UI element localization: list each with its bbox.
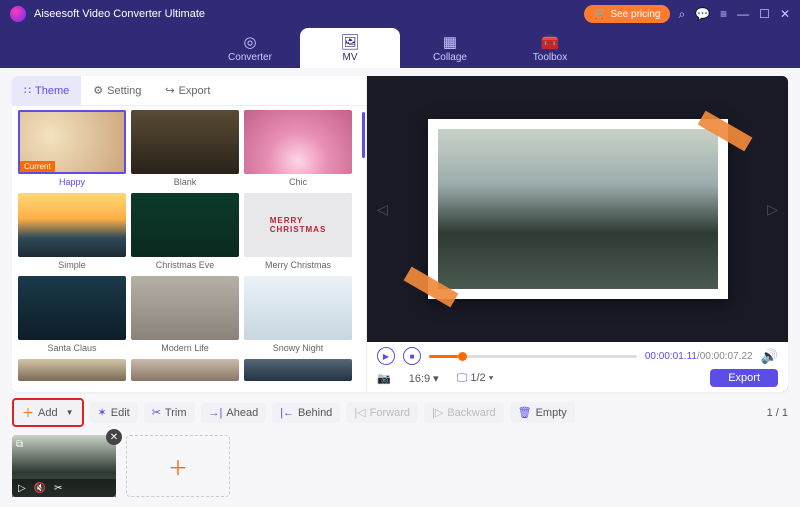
theme-item-modern-life[interactable]: Modern Life	[131, 276, 239, 356]
trash-icon: 🗑	[518, 406, 532, 419]
pricing-label: See pricing	[610, 9, 660, 20]
feedback-icon[interactable]: 💬	[695, 7, 710, 21]
scale-selector[interactable]: 🖵 1/2 ▾	[457, 372, 494, 385]
gear-icon: ⚙	[93, 84, 103, 97]
nav-label: Converter	[228, 52, 272, 63]
page-indicator: 1 / 1	[767, 407, 788, 419]
theme-item-santa-claus[interactable]: Santa Claus	[18, 276, 126, 356]
theme-item-chic[interactable]: Chic	[244, 110, 352, 190]
tab-export[interactable]: ↪ Export	[153, 76, 222, 105]
btn-label: Add	[38, 407, 58, 419]
forward-icon: |◁	[354, 406, 365, 419]
nav-label: MV	[343, 52, 358, 63]
time-display: 00:00:01.11/00:00:07.22	[645, 351, 753, 362]
export-icon: ↪	[165, 84, 174, 97]
converter-icon: ◎	[243, 33, 256, 51]
see-pricing-button[interactable]: 🛒 See pricing	[584, 5, 670, 23]
close-icon[interactable]: ✕	[780, 7, 790, 21]
grid-icon: ∷	[24, 84, 31, 97]
toolbox-icon: 🧰	[541, 33, 560, 51]
empty-button[interactable]: 🗑 Empty	[510, 402, 575, 423]
add-button[interactable]: ＋ Add ▼	[12, 398, 84, 427]
nav-mv[interactable]: 🖼 MV	[300, 28, 400, 68]
nav-label: Toolbox	[533, 52, 567, 63]
theme-label: Santa Claus	[18, 340, 126, 356]
theme-item-blank[interactable]: Blank	[131, 110, 239, 190]
theme-item-christmas-eve[interactable]: Christmas Eve	[131, 193, 239, 273]
edit-button[interactable]: ✶ Edit	[90, 402, 138, 423]
preview-frame	[428, 119, 728, 299]
btn-label: Empty	[536, 407, 567, 419]
btn-label: Edit	[111, 407, 130, 419]
behind-button[interactable]: |← Behind	[272, 403, 340, 423]
btn-label: Ahead	[226, 407, 258, 419]
behind-icon: |←	[280, 407, 294, 419]
cart-icon: 🛒	[594, 9, 606, 20]
nav-label: Collage	[433, 52, 467, 63]
stack-icon: ⧉	[16, 439, 23, 450]
theme-label: Merry Christmas	[244, 257, 352, 273]
theme-item-simple[interactable]: Simple	[18, 193, 126, 273]
export-button[interactable]: Export	[710, 369, 778, 387]
ahead-icon: →|	[209, 407, 223, 419]
backward-icon: |▷	[432, 406, 443, 419]
theme-grid: Current ✓ Happy Blank Chic Simple	[12, 106, 366, 392]
theme-item-happy[interactable]: Current ✓ Happy	[18, 110, 126, 190]
minimize-icon[interactable]: ―	[737, 7, 749, 21]
collage-icon: ▦	[443, 33, 457, 51]
maximize-icon[interactable]: ☐	[759, 7, 770, 21]
mv-icon: 🖼	[340, 33, 359, 51]
theme-label: Happy	[18, 174, 126, 190]
clip-item[interactable]: ⧉ ✕ ▷ 🔇 ✂	[12, 435, 116, 497]
btn-label: Backward	[447, 407, 495, 419]
plus-icon: ＋	[22, 404, 34, 421]
prev-frame-icon[interactable]: ◁	[377, 201, 388, 218]
tab-setting[interactable]: ⚙ Setting	[81, 76, 153, 105]
key-icon[interactable]: ⌕	[678, 7, 685, 22]
snapshot-icon[interactable]: 📷	[377, 372, 391, 385]
remove-clip-icon[interactable]: ✕	[106, 429, 122, 445]
theme-label: Christmas Eve	[131, 257, 239, 273]
tab-label: Setting	[107, 85, 141, 97]
ahead-button[interactable]: →| Ahead	[201, 403, 267, 423]
theme-label: Blank	[131, 174, 239, 190]
play-icon[interactable]: ▷	[18, 483, 26, 494]
theme-item-snowy-night[interactable]: Snowy Night	[244, 276, 352, 356]
theme-label: Snowy Night	[244, 340, 352, 356]
app-title: Aiseesoft Video Converter Ultimate	[34, 8, 584, 20]
aspect-selector[interactable]: 16:9 ▾	[409, 372, 439, 385]
menu-icon[interactable]: ≡	[720, 7, 727, 21]
cut-icon[interactable]: ✂	[54, 483, 62, 494]
tab-theme[interactable]: ∷ Theme	[12, 76, 81, 105]
forward-button[interactable]: |◁ Forward	[346, 402, 418, 423]
theme-item-merry-christmas[interactable]: MERRYCHRISTMAS Merry Christmas	[244, 193, 352, 273]
backward-button[interactable]: |▷ Backward	[424, 402, 504, 423]
btn-label: Forward	[370, 407, 410, 419]
btn-label: Trim	[165, 407, 187, 419]
stop-button[interactable]: ■	[403, 347, 421, 365]
theme-label: Simple	[18, 257, 126, 273]
volume-icon[interactable]: 🔊	[761, 348, 778, 365]
app-logo	[10, 6, 26, 22]
next-frame-icon[interactable]: ▷	[767, 201, 778, 218]
add-clip-placeholder[interactable]: ＋	[126, 435, 230, 497]
nav-converter[interactable]: ◎ Converter	[200, 28, 300, 68]
nav-collage[interactable]: ▦ Collage	[400, 28, 500, 68]
trim-button[interactable]: ✂ Trim	[144, 402, 195, 423]
scissors-icon: ✂	[152, 406, 161, 419]
tab-label: Theme	[35, 85, 69, 97]
current-badge: Current	[20, 161, 55, 172]
theme-label: Modern Life	[131, 340, 239, 356]
mute-icon[interactable]: 🔇	[34, 483, 46, 494]
play-button[interactable]: ▶	[377, 347, 395, 365]
nav-toolbox[interactable]: 🧰 Toolbox	[500, 28, 600, 68]
theme-label: Chic	[244, 174, 352, 190]
chevron-down-icon: ▼	[66, 408, 74, 417]
progress-slider[interactable]	[429, 355, 637, 358]
tab-label: Export	[179, 85, 211, 97]
btn-label: Behind	[298, 407, 332, 419]
edit-icon: ✶	[98, 406, 107, 419]
